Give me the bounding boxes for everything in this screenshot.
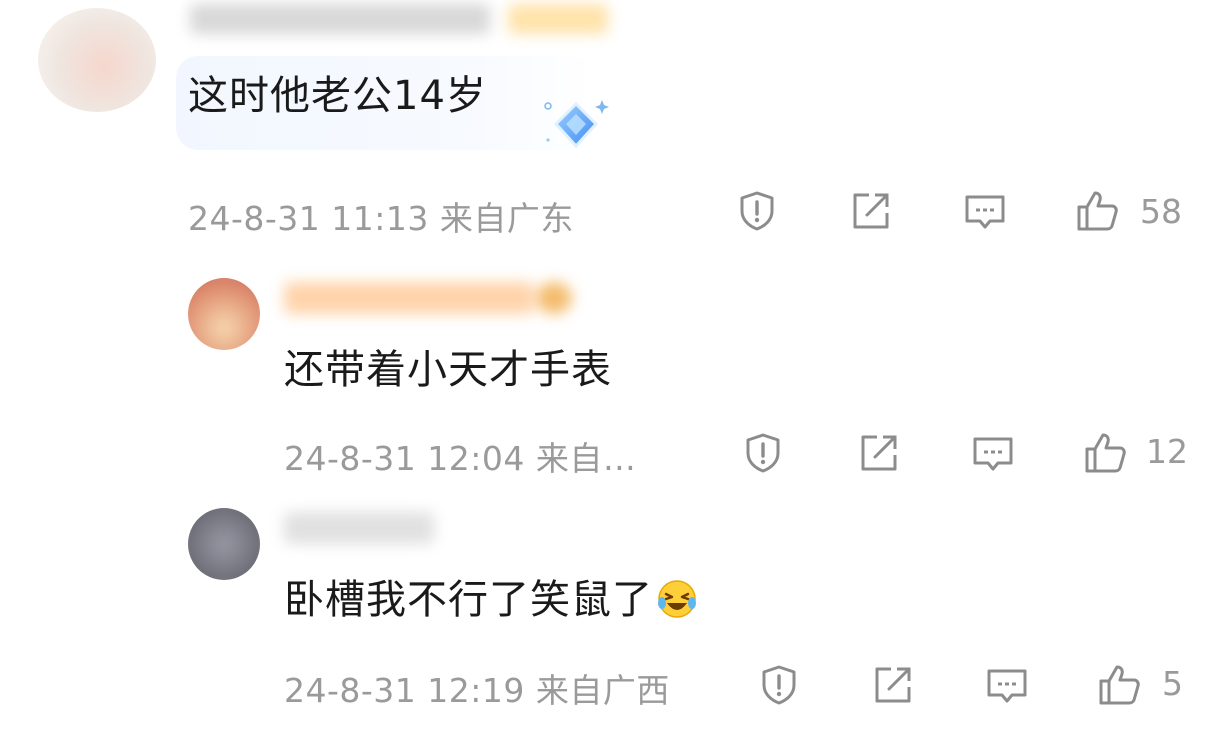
comment-meta: 24-8-31 11:13 来自广东 <box>188 192 574 240</box>
share-button[interactable] <box>856 430 902 476</box>
shield-exclamation-icon <box>746 433 780 473</box>
avatar[interactable] <box>38 8 156 112</box>
shield-exclamation-icon <box>762 665 796 705</box>
like-count: 5 <box>1162 664 1183 703</box>
reply-button[interactable] <box>970 430 1016 476</box>
diamond-decoration-icon <box>544 100 609 149</box>
report-button[interactable] <box>734 188 780 234</box>
username-blurred[interactable] <box>284 282 534 314</box>
reply-item: 还带着小天才手表 24-8-31 12:04 来自… 12 <box>0 260 1220 490</box>
share-arrow-icon <box>853 193 889 229</box>
comment-meta: 24-8-31 12:04 来自… <box>284 432 636 480</box>
reply-button[interactable] <box>984 662 1030 708</box>
username-blurred[interactable] <box>190 4 490 34</box>
like-button[interactable] <box>1096 662 1142 708</box>
share-arrow-icon <box>861 435 897 471</box>
comment-bubble-icon <box>973 437 1013 471</box>
report-button[interactable] <box>740 430 786 476</box>
comment-text: 还带着小天才手表 <box>284 347 612 393</box>
like-button[interactable] <box>1082 430 1128 476</box>
like-button[interactable] <box>1074 188 1120 234</box>
reply-item: 卧槽我不行了笑鼠了 24-8-31 12:19 来自广西 5 <box>0 490 1220 732</box>
comment-time: 24-8-31 12:04 <box>284 439 525 478</box>
user-badge-blurred <box>508 4 608 34</box>
share-button[interactable] <box>870 662 916 708</box>
comment-text: 这时他老公14岁 <box>188 73 487 119</box>
thumbs-up-icon <box>1085 433 1126 473</box>
comment-location: 来自… <box>535 439 637 478</box>
comment-time: 24-8-31 11:13 <box>188 199 429 238</box>
avatar[interactable] <box>188 508 260 580</box>
user-badge-blurred <box>536 282 572 314</box>
comment-item: 这时他老公14岁 24-8-31 11:13 来自广东 58 <box>0 0 1220 260</box>
like-count: 12 <box>1146 432 1188 471</box>
comment-location: 来自广东 <box>439 199 574 238</box>
username-blurred[interactable] <box>284 512 434 544</box>
comment-meta: 24-8-31 12:19 来自广西 <box>284 664 670 712</box>
comment-time: 24-8-31 12:19 <box>284 671 525 710</box>
avatar[interactable] <box>188 278 260 350</box>
comment-bubble-icon <box>987 669 1027 703</box>
share-button[interactable] <box>848 188 894 234</box>
report-button[interactable] <box>756 662 802 708</box>
share-arrow-icon <box>875 667 911 703</box>
comment-bubble-icon <box>965 195 1005 229</box>
laughing-crying-emoji-icon <box>658 580 696 618</box>
shield-exclamation-icon <box>740 191 774 231</box>
thumbs-up-icon <box>1077 191 1118 231</box>
comment-location: 来自广西 <box>535 671 670 710</box>
thumbs-up-icon <box>1099 665 1140 705</box>
reply-button[interactable] <box>962 188 1008 234</box>
like-count: 58 <box>1140 192 1182 231</box>
comment-text: 卧槽我不行了笑鼠了 <box>284 576 697 624</box>
